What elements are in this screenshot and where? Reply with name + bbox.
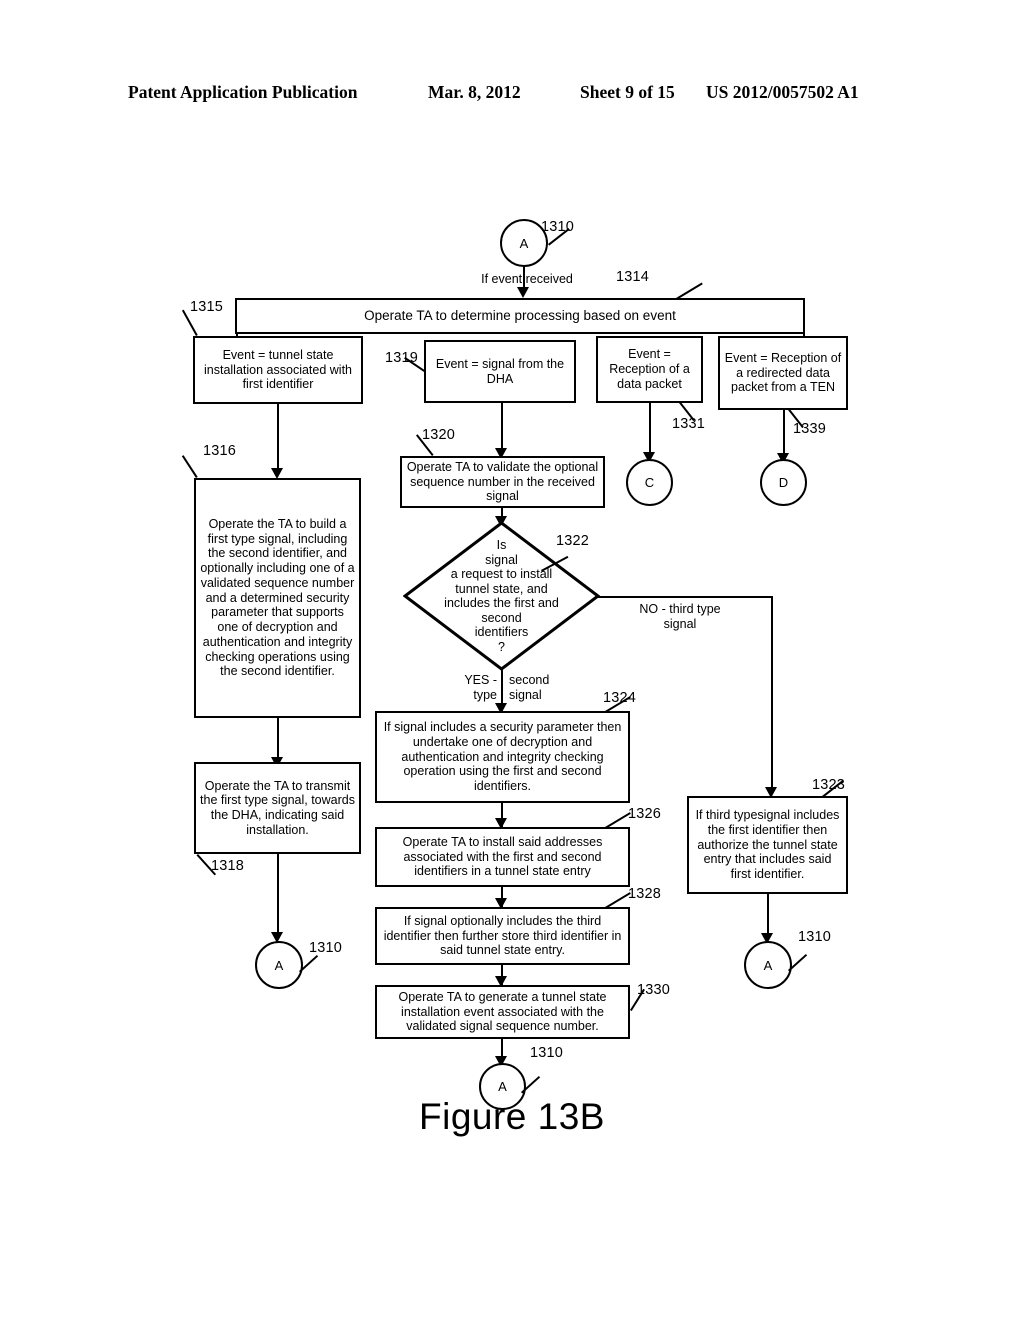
node-1331-label: Event = Reception of a data packet xyxy=(609,347,690,391)
node-1331-event-reception-data-packet: Event = Reception of a data packet xyxy=(596,336,703,403)
node-1320-label: Operate TA to validate the optional sequ… xyxy=(406,459,599,504)
edge-label-yes-branch-right: second signal xyxy=(509,673,550,702)
edge-1322-no-vertical xyxy=(771,596,773,792)
edge-1331-to-c xyxy=(649,403,651,459)
node-1314-operate-ta-determine: Operate TA to determine processing based… xyxy=(235,298,805,334)
node-1339-label: Event = Reception of a redirected data p… xyxy=(724,350,842,395)
leader-1316 xyxy=(181,455,198,478)
figure-caption: Figure 13B xyxy=(419,1096,605,1137)
node-1328-store-third-identifier: If signal optionally includes the third … xyxy=(375,907,630,965)
connector-a-left-bottom-label: A xyxy=(274,957,284,973)
ref-1310-right: 1310 xyxy=(798,929,832,945)
ref-1315: 1315 xyxy=(190,299,224,315)
ref-1339: 1339 xyxy=(793,421,827,437)
edge-1322-no-horizontal xyxy=(598,596,773,598)
connector-a-left-bottom: A xyxy=(255,941,303,989)
edge-1319-to-1320 xyxy=(501,403,503,453)
ref-1322: 1322 xyxy=(556,533,590,549)
patent-figure-page: Patent Application Publication Mar. 8, 2… xyxy=(0,0,1024,1320)
node-1319-event-signal-from-dha: Event = signal from the DHA xyxy=(424,340,576,403)
node-1316-build-first-type-signal: Operate the TA to build a first type sig… xyxy=(194,478,361,718)
node-1323-label: If third typesignal includes the first i… xyxy=(695,808,840,882)
ref-1316: 1316 xyxy=(203,443,237,459)
ref-1320: 1320 xyxy=(422,427,456,443)
node-1330-label: Operate TA to generate a tunnel state in… xyxy=(398,989,607,1034)
node-1316-label: Operate the TA to build a first type sig… xyxy=(200,516,355,679)
ref-1318: 1318 xyxy=(211,858,245,874)
header-date: Mar. 8, 2012 xyxy=(428,82,521,102)
ref-1331: 1331 xyxy=(672,416,706,432)
header-sheet: Sheet 9 of 15 xyxy=(580,82,675,102)
ref-1310-top: 1310 xyxy=(541,219,575,235)
node-1314-label: Operate TA to determine processing based… xyxy=(364,308,676,324)
node-1320-validate-sequence-number: Operate TA to validate the optional sequ… xyxy=(400,456,605,508)
node-1315-label: Event = tunnel state installation associ… xyxy=(204,347,352,392)
connector-a-right-bottom: A xyxy=(744,941,792,989)
node-1339-event-reception-redirected: Event = Reception of a redirected data p… xyxy=(718,336,848,410)
node-1328-label: If signal optionally includes the third … xyxy=(383,913,622,958)
ref-1323: 1323 xyxy=(812,777,846,793)
arrowhead-a-to-1314 xyxy=(517,287,529,298)
connector-a-center-bottom-label: A xyxy=(498,1079,507,1094)
ref-1326: 1326 xyxy=(628,806,662,822)
connector-c-label: C xyxy=(644,475,655,490)
header-patent-number: US 2012/0057502 A1 xyxy=(706,82,859,102)
ref-1310-center: 1310 xyxy=(530,1045,564,1061)
node-1324-label: If signal includes a security parameter … xyxy=(383,720,622,794)
connector-c: C xyxy=(626,459,673,506)
edge-label-if-event-received: If event received xyxy=(481,272,573,286)
node-1324-security-parameter: If signal includes a security parameter … xyxy=(375,711,630,803)
node-1319-label: Event = signal from the DHA xyxy=(435,356,565,386)
edge-1318-to-a xyxy=(277,854,279,938)
connector-a-top-label: A xyxy=(519,235,529,251)
node-1323-authorize-tunnel-state: If third typesignal includes the first i… xyxy=(687,796,848,894)
node-1318-transmit-first-type-signal: Operate the TA to transmit the first typ… xyxy=(194,762,361,854)
node-1322-label: Is signal a request to install tunnel st… xyxy=(444,538,559,654)
connector-d-label: D xyxy=(778,475,789,490)
ref-1324: 1324 xyxy=(603,690,637,706)
header-publication: Patent Application Publication xyxy=(128,82,358,102)
node-1315-event-tunnel-state-install: Event = tunnel state installation associ… xyxy=(193,336,363,404)
node-1318-label: Operate the TA to transmit the first typ… xyxy=(200,778,355,837)
ref-1330: 1330 xyxy=(637,982,671,998)
ref-1310-left: 1310 xyxy=(309,940,343,956)
edge-1315-to-1316 xyxy=(277,404,279,472)
page-header: Patent Application Publication Mar. 8, 2… xyxy=(0,82,1024,108)
node-1326-install-addresses: Operate TA to install said addresses ass… xyxy=(375,827,630,887)
ref-1319: 1319 xyxy=(385,350,419,366)
connector-d: D xyxy=(760,459,807,506)
connector-a-right-bottom-label: A xyxy=(763,957,773,973)
edge-label-yes-branch: YES - type xyxy=(464,673,497,702)
node-1330-generate-install-event: Operate TA to generate a tunnel state in… xyxy=(375,985,630,1039)
ref-1328: 1328 xyxy=(628,886,662,902)
ref-1314: 1314 xyxy=(616,269,650,285)
node-1326-label: Operate TA to install said addresses ass… xyxy=(402,834,603,879)
edge-label-no-branch: NO - third type signal xyxy=(639,602,721,631)
edge-1316-to-1318 xyxy=(277,718,279,762)
